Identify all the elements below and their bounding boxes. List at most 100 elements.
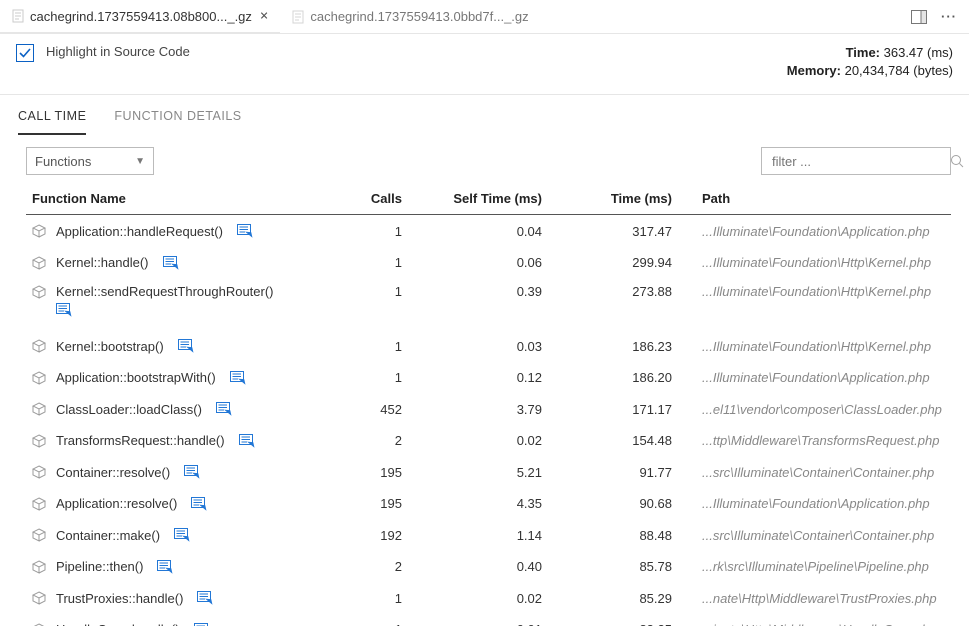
memory-value: 20,434,784 (bytes) <box>845 63 953 78</box>
col-path[interactable]: Path <box>672 191 951 206</box>
time-cell: 85.29 <box>542 591 672 606</box>
jump-to-source-icon[interactable] <box>178 339 194 353</box>
dropdown-value: Functions <box>35 154 91 169</box>
filter-box[interactable] <box>761 147 951 175</box>
calls-cell: 1 <box>332 370 402 385</box>
highlight-checkbox[interactable] <box>16 44 34 62</box>
function-name: TrustProxies::handle() <box>56 591 183 606</box>
function-icon <box>32 623 46 626</box>
jump-to-source-icon[interactable] <box>237 224 253 238</box>
time-cell: 154.48 <box>542 433 672 448</box>
function-name: Application::bootstrapWith() <box>56 370 216 385</box>
time-cell: 90.68 <box>542 496 672 511</box>
jump-to-source-icon[interactable] <box>157 560 173 574</box>
col-calls[interactable]: Calls <box>332 191 402 206</box>
close-icon[interactable]: × <box>260 8 268 24</box>
function-name: Application::resolve() <box>56 496 177 511</box>
path-cell: ...Illuminate\Foundation\Application.php <box>672 370 951 385</box>
function-cell: Pipeline::then() <box>26 559 332 574</box>
self-time-cell: 0.39 <box>402 284 542 299</box>
calls-cell: 195 <box>332 465 402 480</box>
tab-bar: cachegrind.1737559413.08b800..._.gz × ca… <box>0 0 969 34</box>
self-time-cell: 4.35 <box>402 496 542 511</box>
time-cell: 85.78 <box>542 559 672 574</box>
table-row[interactable]: TransformsRequest::handle()20.02154.48..… <box>26 425 951 457</box>
path-cell: ...el11\vendor\composer\ClassLoader.php <box>672 402 951 417</box>
controls-row: Functions ▼ <box>0 135 969 185</box>
function-name: HandleCors::handle() <box>56 622 180 626</box>
jump-to-source-icon[interactable] <box>194 623 210 626</box>
self-time-cell: 5.21 <box>402 465 542 480</box>
table-row[interactable]: TrustProxies::handle()10.0285.29...nate\… <box>26 582 951 614</box>
path-cell: ...ttp\Middleware\TransformsRequest.php <box>672 433 951 448</box>
path-cell: ...Illuminate\Foundation\Http\Kernel.php <box>672 339 951 354</box>
jump-to-source-icon[interactable] <box>197 591 213 605</box>
jump-to-source-icon[interactable] <box>163 256 179 270</box>
table-row[interactable]: Pipeline::then()20.4085.78...rk\src\Illu… <box>26 551 951 583</box>
table-row[interactable]: Application::resolve() 1954.3590.68...Ill… <box>26 488 951 520</box>
table-row[interactable]: HandleCors::handle()10.0183.25...inate\H… <box>26 614 951 626</box>
col-time[interactable]: Time (ms) <box>542 191 672 206</box>
jump-to-source-icon[interactable] <box>56 303 274 317</box>
time-label: Time: <box>846 45 880 60</box>
col-self-time[interactable]: Self Time (ms) <box>402 191 542 206</box>
function-icon <box>32 371 46 385</box>
calls-cell: 195 <box>332 496 402 511</box>
table-row[interactable]: Container::resolve()1955.2191.77...src\I… <box>26 456 951 488</box>
function-name: Container::resolve() <box>56 465 170 480</box>
self-time-cell: 1.14 <box>402 528 542 543</box>
time-cell: 299.94 <box>542 255 672 270</box>
path-cell: ...src\Illuminate\Container\Container.ph… <box>672 528 951 543</box>
self-time-cell: 0.02 <box>402 433 542 448</box>
path-cell: ...rk\src\Illuminate\Pipeline\Pipeline.p… <box>672 559 951 574</box>
function-cell: Kernel::bootstrap() <box>26 339 332 354</box>
file-icon <box>292 10 304 24</box>
calls-cell: 1 <box>332 224 402 239</box>
function-name: Kernel::bootstrap() <box>56 339 164 354</box>
filter-input[interactable] <box>770 153 950 170</box>
path-cell: ...Illuminate\Foundation\Application.php <box>672 224 951 239</box>
function-icon <box>32 465 46 479</box>
path-cell: ...Illuminate\Foundation\Http\Kernel.php <box>672 255 951 270</box>
grouping-dropdown[interactable]: Functions ▼ <box>26 147 154 175</box>
jump-to-source-icon[interactable] <box>216 402 232 416</box>
jump-to-source-icon[interactable] <box>174 528 190 542</box>
table-row[interactable]: Application::bootstrapWith()10.12186.20.… <box>26 362 951 394</box>
self-time-cell: 0.02 <box>402 591 542 606</box>
table-row[interactable]: Container::make()1921.1488.48...src\Illu… <box>26 519 951 551</box>
jump-to-source-icon[interactable] <box>191 497 207 511</box>
file-icon <box>12 9 24 23</box>
calls-cell: 1 <box>332 284 402 299</box>
table-row[interactable]: Application::handleRequest()10.04317.47.… <box>26 215 951 247</box>
tab-label: cachegrind.1737559413.08b800..._.gz <box>30 9 252 24</box>
memory-label: Memory: <box>787 63 841 78</box>
subtab-call-time[interactable]: CALL TIME <box>18 109 86 135</box>
table-row[interactable]: ClassLoader::loadClass()4523.79171.17...… <box>26 393 951 425</box>
function-icon <box>32 256 46 270</box>
function-icon <box>32 339 46 353</box>
editor-tab-active[interactable]: cachegrind.1737559413.08b800..._.gz × <box>0 0 280 33</box>
table-body: Application::handleRequest()10.04317.47.… <box>26 215 951 626</box>
function-cell: Application::bootstrapWith() <box>26 370 332 385</box>
function-name: Container::make() <box>56 528 160 543</box>
jump-to-source-icon[interactable] <box>184 465 200 479</box>
more-icon[interactable]: ··· <box>941 9 957 24</box>
time-cell: 171.17 <box>542 402 672 417</box>
calls-cell: 1 <box>332 255 402 270</box>
profiler-table: Function Name Calls Self Time (ms) Time … <box>0 185 969 626</box>
jump-to-source-icon[interactable] <box>230 371 246 385</box>
function-name: Kernel::sendRequestThroughRouter() <box>56 284 274 299</box>
table-row[interactable]: Kernel::sendRequestThroughRouter()10.392… <box>26 278 951 330</box>
calls-cell: 2 <box>332 433 402 448</box>
jump-to-source-icon[interactable] <box>239 434 255 448</box>
time-cell: 186.20 <box>542 370 672 385</box>
col-function-name[interactable]: Function Name <box>26 191 332 206</box>
path-cell: ...nate\Http\Middleware\TrustProxies.php <box>672 591 951 606</box>
table-row[interactable]: Kernel::bootstrap()10.03186.23...Illumin… <box>26 330 951 362</box>
sub-tabs: CALL TIME FUNCTION DETAILS <box>0 95 969 135</box>
subtab-function-details[interactable]: FUNCTION DETAILS <box>114 109 241 135</box>
editor-tab[interactable]: cachegrind.1737559413.0bbd7f..._.gz <box>280 0 540 33</box>
table-row[interactable]: Kernel::handle()10.06299.94...Illuminate… <box>26 247 951 279</box>
path-cell: ...Illuminate\Foundation\Application.php <box>672 496 951 511</box>
split-panel-icon[interactable] <box>911 10 927 24</box>
